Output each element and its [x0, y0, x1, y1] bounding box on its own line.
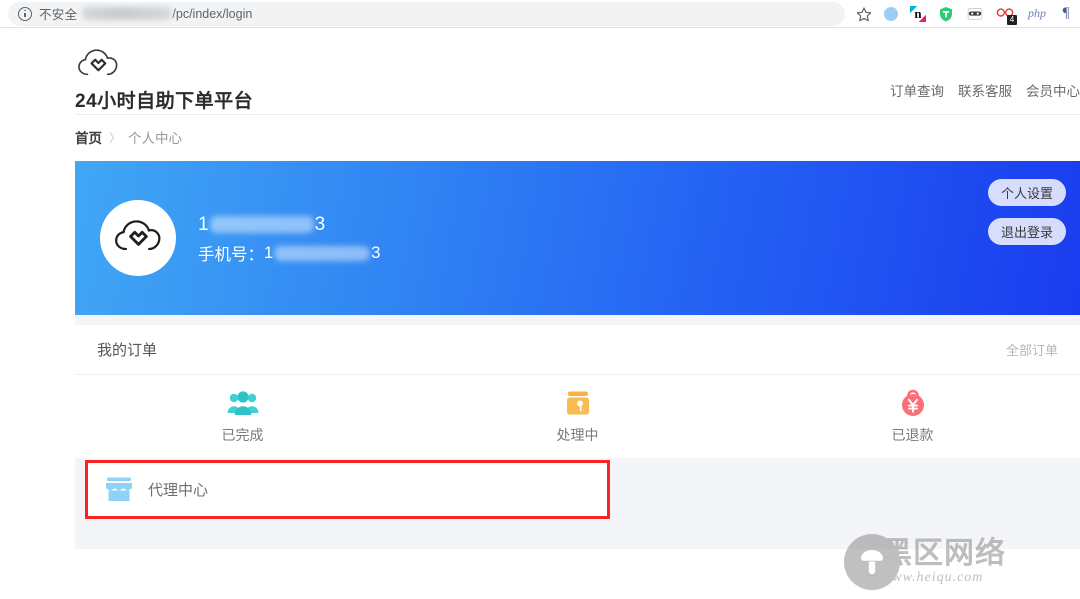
n-extension-icon[interactable]: n [910, 5, 926, 22]
info-circle-icon[interactable] [18, 6, 32, 21]
profile-info: 1 3 手机号： 1 3 [198, 210, 380, 267]
order-status-completed[interactable]: 已完成 [75, 389, 410, 445]
banner-card-gap [75, 315, 1080, 325]
breadcrumb: 首页 〉 个人中心 [0, 115, 1080, 161]
phone-suffix: 3 [371, 243, 381, 262]
php-extension-icon[interactable]: php [1026, 5, 1048, 22]
watermark-url: www.heiqu.com [882, 570, 984, 585]
star-icon[interactable] [855, 5, 872, 22]
profile-banner: 1 3 手机号： 1 3 个人设置 退出登录 [75, 161, 1080, 315]
phone-prefix: 1 [264, 243, 274, 262]
nav-member-center[interactable]: 会员中心 [1026, 80, 1080, 100]
order-status-processing[interactable]: 处理中 [410, 389, 745, 445]
agent-center-section: 代理中心 [75, 458, 1080, 519]
refund-yuan-icon [896, 389, 930, 419]
breadcrumb-current: 个人中心 [128, 131, 183, 146]
breadcrumb-home[interactable]: 首页 [75, 127, 102, 147]
blue-dot-extension-icon[interactable] [884, 6, 898, 21]
phone-label: 手机号： [198, 246, 264, 264]
username-suffix: 3 [314, 213, 326, 235]
avatar [100, 200, 176, 276]
nav-contact-support[interactable]: 联系客服 [958, 80, 1012, 100]
order-status-processing-label: 处理中 [556, 426, 599, 443]
red-glasses-extension-icon[interactable]: 4 [996, 6, 1017, 25]
redacted-username [209, 216, 314, 233]
page-bottom-strip [75, 519, 1080, 549]
all-orders-link[interactable]: 全部订单 [1006, 340, 1058, 359]
nav-order-query[interactable]: 订单查询 [890, 80, 944, 100]
left-gutter [0, 28, 75, 599]
redacted-phone [274, 245, 371, 261]
redacted-domain [83, 7, 172, 20]
wallet-key-icon [561, 389, 595, 419]
url-path-text: /pc/index/login [172, 6, 253, 21]
personal-settings-button[interactable]: 个人设置 [988, 179, 1066, 206]
my-orders-card: 我的订单 全部订单 已完成 处理中 已退款 [75, 325, 1080, 458]
logout-button[interactable]: 退出登录 [988, 218, 1066, 245]
cloud-avatar-icon [112, 216, 164, 261]
green-shield-extension-icon[interactable] [938, 6, 954, 22]
order-status-row: 已完成 处理中 已退款 [75, 375, 1080, 458]
masked-face-extension-icon[interactable] [966, 7, 984, 21]
agent-center-label: 代理中心 [148, 482, 209, 499]
breadcrumb-separator-icon: 〉 [109, 130, 122, 145]
extension-badge-count: 4 [1007, 14, 1017, 25]
people-icon [226, 389, 260, 419]
site-header: 24小时自助下单平台 订单查询 联系客服 会员中心 [0, 28, 1080, 114]
storefront-icon [104, 476, 134, 503]
page-content: 24小时自助下单平台 订单查询 联系客服 会员中心 首页 〉 个人中心 1 3 … [0, 28, 1080, 599]
order-status-completed-label: 已完成 [221, 426, 264, 443]
profile-username: 1 3 [198, 210, 380, 240]
pilcrow-extension-icon[interactable]: ¶ [1060, 5, 1072, 22]
profile-phone: 手机号： 1 3 [198, 240, 380, 267]
username-prefix: 1 [198, 213, 209, 235]
order-status-refunded-label: 已退款 [891, 426, 934, 443]
my-orders-title: 我的订单 [97, 342, 158, 359]
order-status-refunded[interactable]: 已退款 [745, 389, 1080, 445]
security-status-label: 不安全 [39, 8, 78, 22]
browser-toolbar: 不安全 /pc/index/login n 4 php ¶ [0, 0, 1080, 28]
banner-actions: 个人设置 退出登录 [988, 179, 1066, 245]
agent-center-row[interactable]: 代理中心 [85, 460, 610, 519]
address-bar[interactable]: 不安全 /pc/index/login [8, 1, 845, 26]
browser-actions: n 4 php ¶ [849, 5, 1072, 25]
my-orders-header: 我的订单 全部订单 [75, 325, 1080, 375]
top-nav: 订单查询 联系客服 会员中心 [890, 80, 1080, 100]
cloud-logo-icon [75, 46, 1080, 80]
